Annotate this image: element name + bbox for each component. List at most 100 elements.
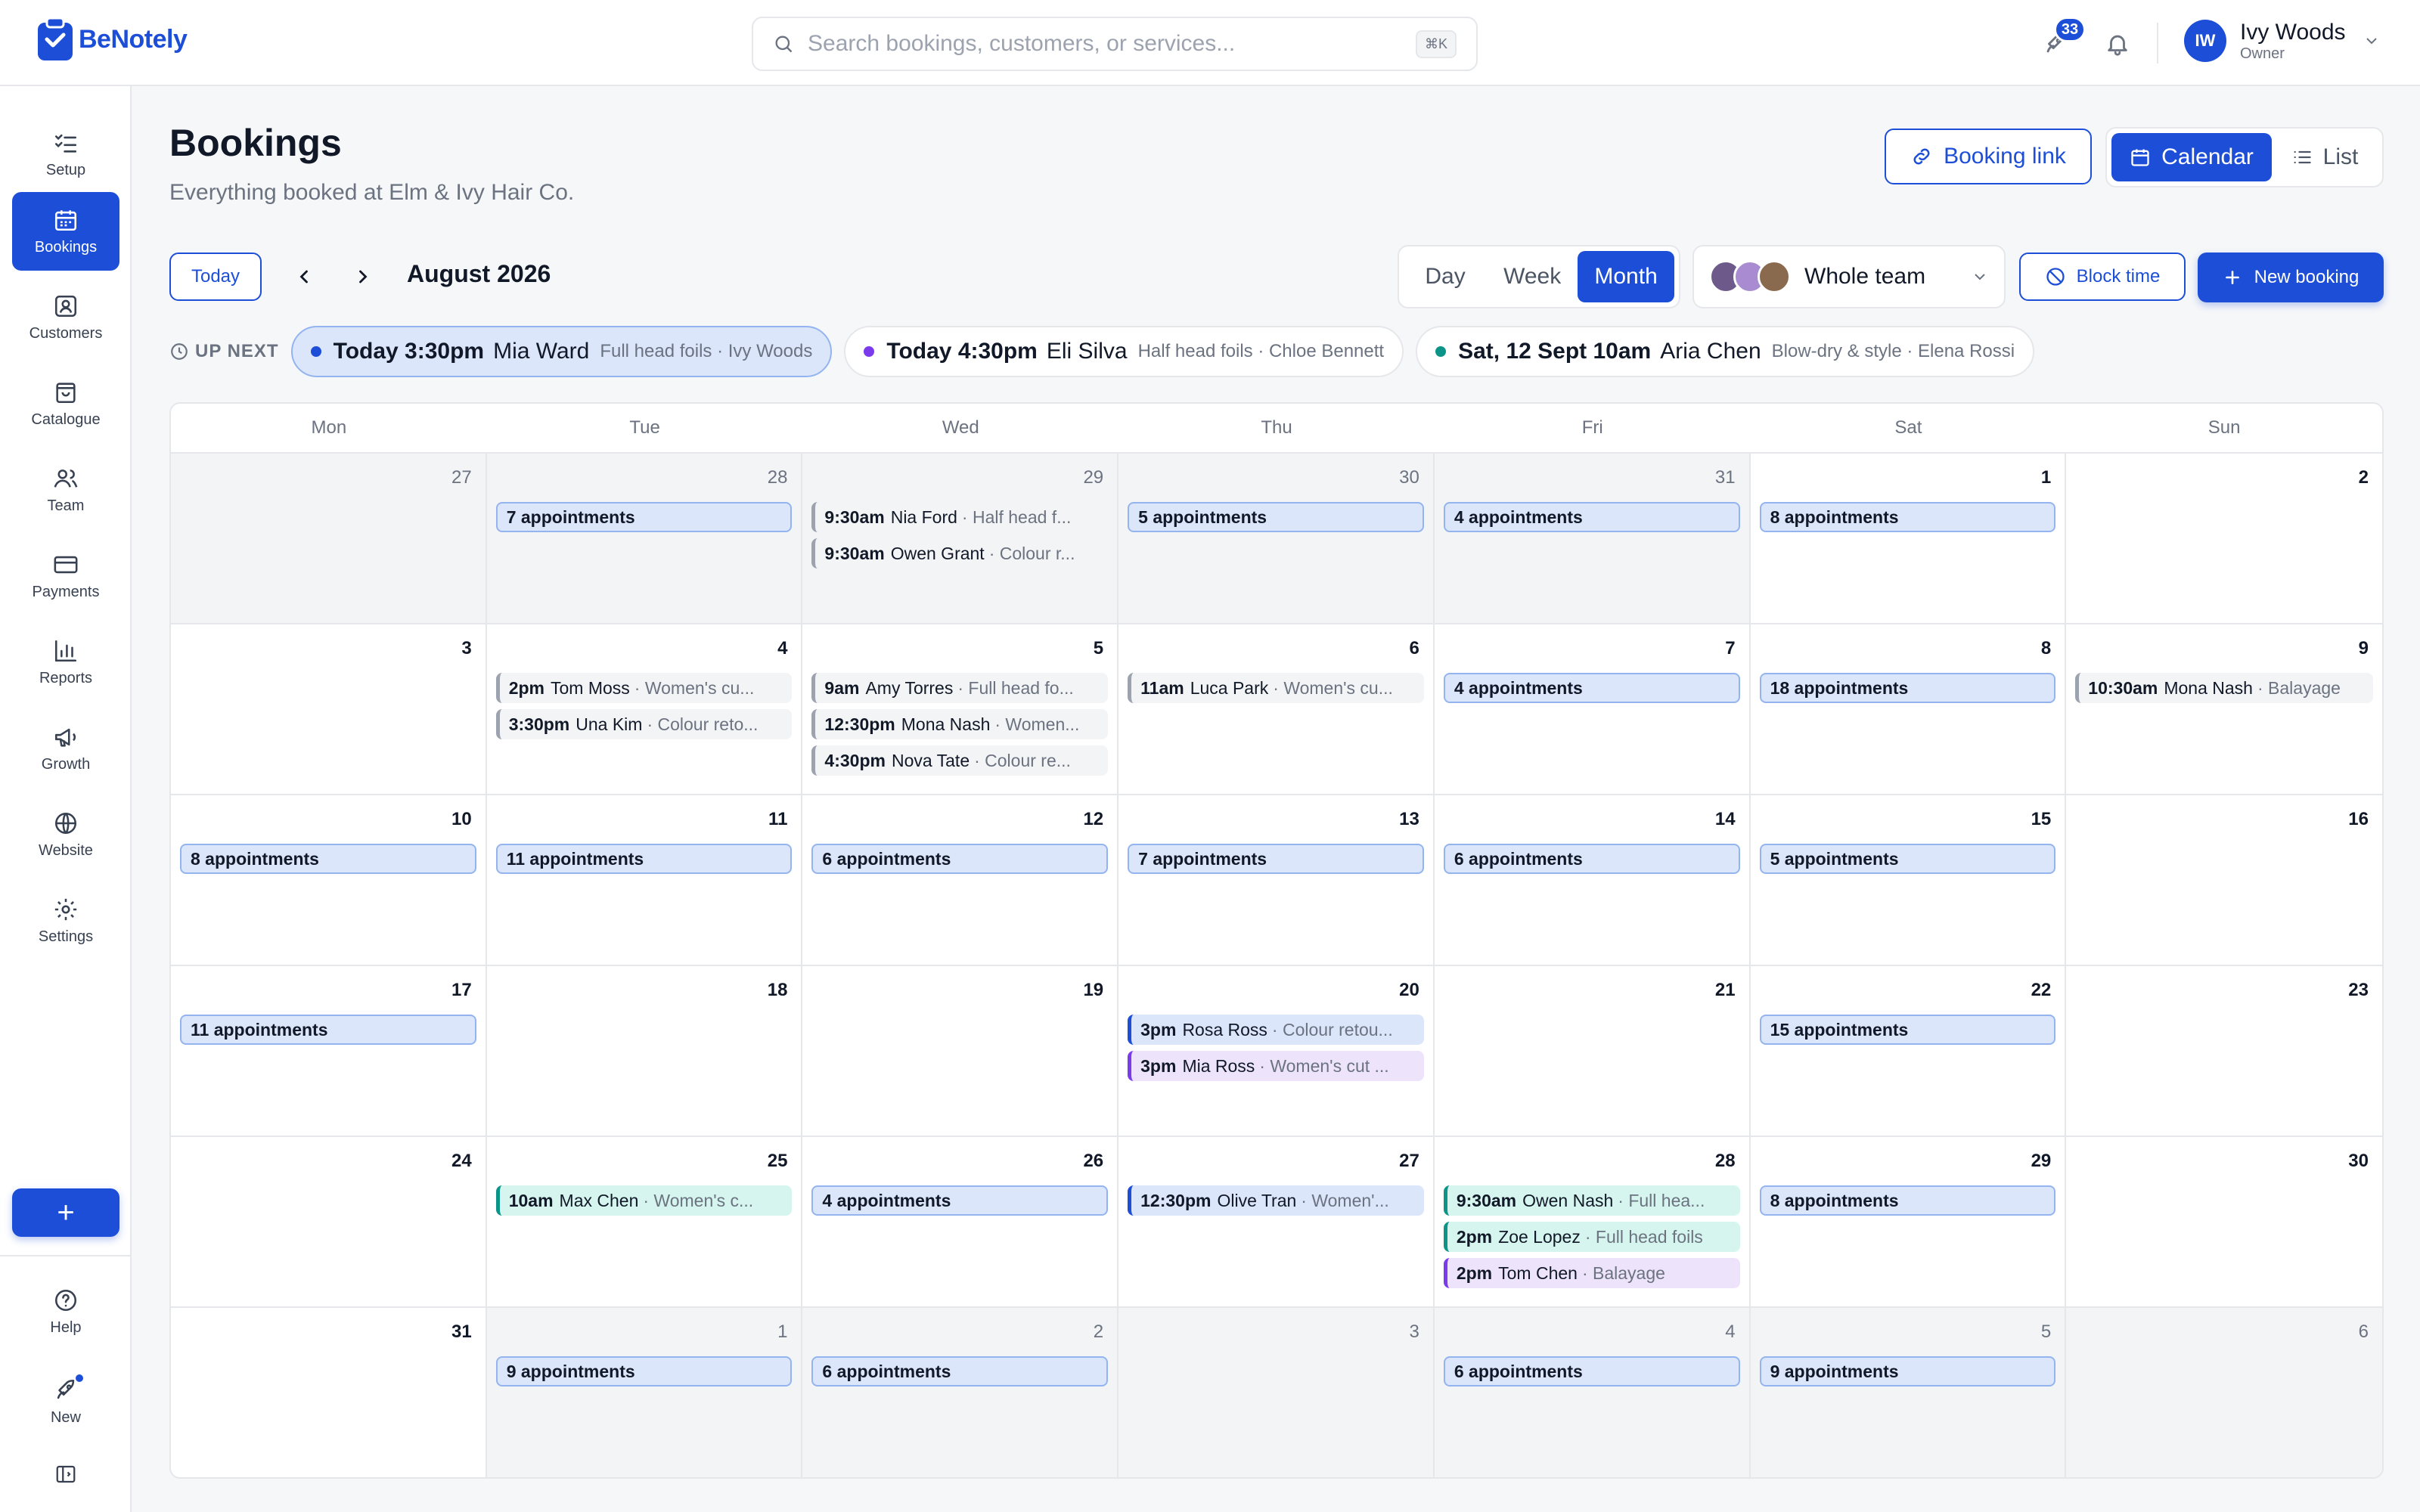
- block-time-button[interactable]: Block time: [2019, 253, 2186, 301]
- list-view-button[interactable]: List: [2272, 133, 2378, 181]
- appointment-item[interactable]: 2pm Zoe Lopez · Full head foils: [1443, 1222, 1740, 1252]
- app-logo[interactable]: BeNotely: [36, 17, 188, 62]
- appointment-item[interactable]: 9:30am Nia Ford · Half head f...: [811, 502, 1109, 532]
- sidebar-item-setup[interactable]: Setup: [12, 115, 119, 194]
- appointment-item[interactable]: 3:30pm Una Kim · Colour reto...: [495, 709, 793, 739]
- appointment-item[interactable]: 10am Max Chen · Women's c...: [495, 1185, 793, 1216]
- sidebar-item-growth[interactable]: Growth: [12, 709, 119, 788]
- calendar-day-cell[interactable]: 3: [1118, 1308, 1435, 1477]
- calendar-day-cell[interactable]: 22 15 appointments: [1750, 966, 2067, 1137]
- calendar-day-cell[interactable]: 25 10am Max Chen · Women's c...: [486, 1137, 803, 1308]
- appointments-summary[interactable]: 8 appointments: [1759, 1185, 2056, 1216]
- appointment-item[interactable]: 9:30am Owen Grant · Colour r...: [811, 538, 1109, 569]
- calendar-day-cell[interactable]: 27 12:30pm Olive Tran · Women'...: [1118, 1137, 1435, 1308]
- next-month-button[interactable]: [345, 259, 381, 295]
- user-menu[interactable]: IW Ivy Woods Owner: [2184, 20, 2381, 62]
- calendar-day-cell[interactable]: 27: [171, 454, 487, 624]
- appointments-summary[interactable]: 6 appointments: [1443, 844, 1740, 874]
- calendar-day-cell[interactable]: 13 7 appointments: [1118, 795, 1435, 966]
- calendar-day-cell[interactable]: 17 11 appointments: [171, 966, 487, 1137]
- calendar-day-cell[interactable]: 1 8 appointments: [1750, 454, 2067, 624]
- appointments-summary[interactable]: 15 appointments: [1759, 1015, 2056, 1045]
- calendar-day-cell[interactable]: 5 9am Amy Torres · Full head fo... 12:30pm Mo…: [802, 624, 1119, 795]
- appointments-summary[interactable]: 5 appointments: [1759, 844, 2056, 874]
- calendar-day-cell[interactable]: 4 6 appointments: [1434, 1308, 1751, 1477]
- sidebar-item-new[interactable]: New: [12, 1364, 119, 1439]
- appointment-item[interactable]: 9am Amy Torres · Full head fo...: [811, 673, 1109, 703]
- notifications-button[interactable]: [2096, 23, 2139, 65]
- calendar-day-cell[interactable]: 18: [486, 966, 803, 1137]
- calendar-day-cell[interactable]: 16: [2066, 795, 2382, 966]
- appointments-summary[interactable]: 7 appointments: [495, 502, 793, 532]
- calendar-day-cell[interactable]: 28 9:30am Owen Nash · Full hea... 2pm Zoe Lop…: [1434, 1137, 1751, 1308]
- calendar-view-button[interactable]: Calendar: [2111, 133, 2272, 181]
- calendar-day-cell[interactable]: 15 5 appointments: [1750, 795, 2067, 966]
- calendar-day-cell[interactable]: 6 11am Luca Park · Women's cu...: [1118, 624, 1435, 795]
- appointments-summary[interactable]: 7 appointments: [1128, 844, 1424, 874]
- calendar-day-cell[interactable]: 8 18 appointments: [1750, 624, 2067, 795]
- calendar-day-cell[interactable]: 29 8 appointments: [1750, 1137, 2067, 1308]
- collapse-sidebar-button[interactable]: [12, 1452, 119, 1497]
- calendar-day-cell[interactable]: 4 2pm Tom Moss · Women's cu... 3:30pm Una Kim…: [486, 624, 803, 795]
- calendar-day-cell[interactable]: 20 3pm Rosa Ross · Colour retou... 3pm Mia Ro…: [1118, 966, 1435, 1137]
- calendar-day-cell[interactable]: 29 9:30am Nia Ford · Half head f... 9:30am Ow…: [802, 454, 1119, 624]
- appointments-summary[interactable]: 4 appointments: [1443, 502, 1740, 532]
- up-next-chip[interactable]: Sat, 12 Sept 10am Aria Chen Blow-dry & sty…: [1416, 326, 2035, 377]
- month-view-tab[interactable]: Month: [1578, 251, 1674, 302]
- calendar-day-cell[interactable]: 30: [2066, 1137, 2382, 1308]
- search-bar[interactable]: ⌘K: [752, 17, 1478, 71]
- calendar-day-cell[interactable]: 3: [171, 624, 487, 795]
- up-next-chip[interactable]: Today 4:30pm Eli Silva Half head foils · C…: [844, 326, 1404, 377]
- appointments-summary[interactable]: 8 appointments: [180, 844, 476, 874]
- appointment-item[interactable]: 4:30pm Nova Tate · Colour re...: [811, 745, 1109, 776]
- calendar-day-cell[interactable]: 31 4 appointments: [1434, 454, 1751, 624]
- team-filter-select[interactable]: Whole team: [1692, 245, 2006, 308]
- calendar-day-cell[interactable]: 30 5 appointments: [1118, 454, 1435, 624]
- today-button[interactable]: Today: [169, 253, 262, 301]
- calendar-day-cell[interactable]: 28 7 appointments: [486, 454, 803, 624]
- day-view-tab[interactable]: Day: [1404, 251, 1487, 302]
- appointment-item[interactable]: 12:30pm Olive Tran · Women'...: [1128, 1185, 1424, 1216]
- whats-new-button[interactable]: 33: [2034, 17, 2086, 65]
- sidebar-item-website[interactable]: Website: [12, 795, 119, 874]
- calendar-day-cell[interactable]: 2: [2066, 454, 2382, 624]
- appointments-summary[interactable]: 9 appointments: [495, 1356, 793, 1387]
- appointments-summary[interactable]: 11 appointments: [495, 844, 793, 874]
- calendar-day-cell[interactable]: 1 9 appointments: [486, 1308, 803, 1477]
- calendar-day-cell[interactable]: 24: [171, 1137, 487, 1308]
- sidebar-item-payments[interactable]: Payments: [12, 537, 119, 615]
- appointments-summary[interactable]: 4 appointments: [1443, 673, 1740, 703]
- appointment-item[interactable]: 9:30am Owen Nash · Full hea...: [1443, 1185, 1740, 1216]
- appointments-summary[interactable]: 6 appointments: [811, 844, 1109, 874]
- appointments-summary[interactable]: 4 appointments: [811, 1185, 1109, 1216]
- calendar-day-cell[interactable]: 23: [2066, 966, 2382, 1137]
- appointments-summary[interactable]: 9 appointments: [1759, 1356, 2056, 1387]
- calendar-day-cell[interactable]: 21: [1434, 966, 1751, 1137]
- calendar-day-cell[interactable]: 5 9 appointments: [1750, 1308, 2067, 1477]
- appointment-item[interactable]: 11am Luca Park · Women's cu...: [1128, 673, 1424, 703]
- booking-link-button[interactable]: Booking link: [1885, 129, 2092, 184]
- new-booking-button[interactable]: New booking: [2198, 253, 2384, 302]
- calendar-day-cell[interactable]: 9 10:30am Mona Nash · Balayage: [2066, 624, 2382, 795]
- calendar-day-cell[interactable]: 14 6 appointments: [1434, 795, 1751, 966]
- calendar-day-cell[interactable]: 2 6 appointments: [802, 1308, 1119, 1477]
- appointment-item[interactable]: 3pm Rosa Ross · Colour retou...: [1128, 1015, 1424, 1045]
- sidebar-item-catalogue[interactable]: Catalogue: [12, 364, 119, 443]
- sidebar-item-reports[interactable]: Reports: [12, 623, 119, 702]
- sidebar-item-settings[interactable]: Settings: [12, 881, 119, 960]
- appointment-item[interactable]: 12:30pm Mona Nash · Women...: [811, 709, 1109, 739]
- up-next-chip[interactable]: Today 3:30pm Mia Ward Full head foils · Iv…: [290, 326, 833, 377]
- appointment-item[interactable]: 10:30am Mona Nash · Balayage: [2075, 673, 2373, 703]
- appointments-summary[interactable]: 5 appointments: [1128, 502, 1424, 532]
- quick-add-button[interactable]: +: [12, 1188, 119, 1237]
- appointments-summary[interactable]: 8 appointments: [1759, 502, 2056, 532]
- sidebar-item-team[interactable]: Team: [12, 451, 119, 529]
- calendar-day-cell[interactable]: 31: [171, 1308, 487, 1477]
- calendar-day-cell[interactable]: 10 8 appointments: [171, 795, 487, 966]
- calendar-day-cell[interactable]: 26 4 appointments: [802, 1137, 1119, 1308]
- appointments-summary[interactable]: 6 appointments: [1443, 1356, 1740, 1387]
- appointment-item[interactable]: 2pm Tom Moss · Women's cu...: [495, 673, 793, 703]
- sidebar-item-bookings[interactable]: Bookings: [12, 192, 119, 271]
- previous-month-button[interactable]: [286, 259, 322, 295]
- sidebar-item-customers[interactable]: Customers: [12, 278, 119, 357]
